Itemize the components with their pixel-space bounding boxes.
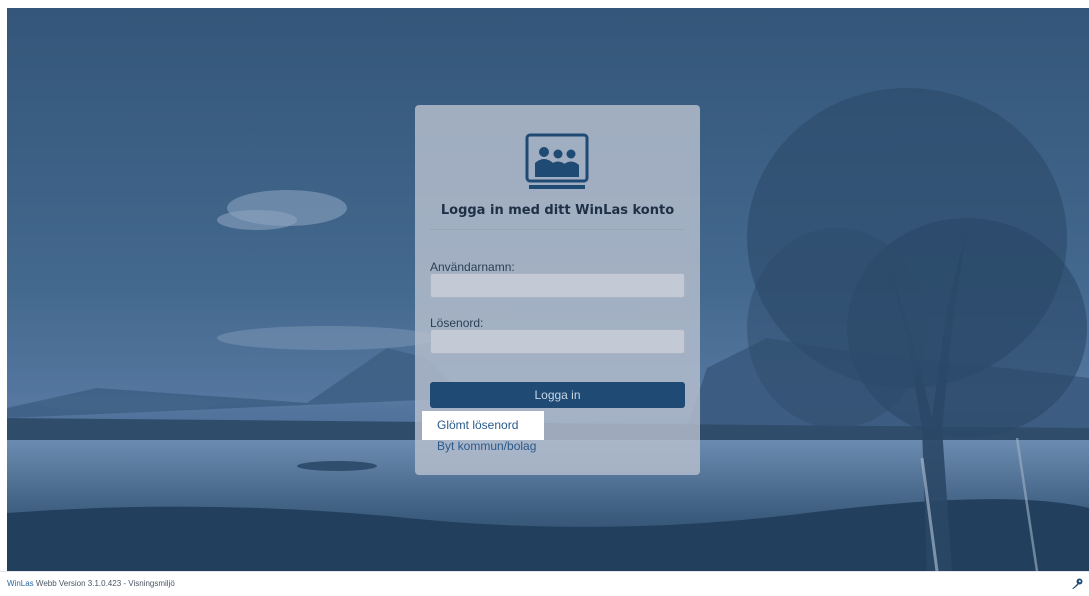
title-divider (430, 229, 685, 230)
username-label: Användarnamn: (430, 260, 515, 274)
people-group-icon (525, 133, 589, 189)
footer-brand-link[interactable]: WinLas (7, 579, 34, 588)
key-icon[interactable] (1071, 578, 1083, 590)
login-page: Logga in med ditt WinLas konto Användarn… (0, 0, 1089, 596)
forgot-password-link[interactable]: Glömt lösenord (422, 411, 544, 440)
footer-version: WinLas Webb Version 3.1.0.423 - Visnings… (7, 579, 175, 588)
background-landscape: Logga in med ditt WinLas konto Användarn… (7, 8, 1089, 571)
password-input[interactable] (430, 329, 685, 354)
switch-municipality-link[interactable]: Byt kommun/bolag (437, 439, 536, 453)
username-input[interactable] (430, 273, 685, 298)
password-label: Lösenord: (430, 316, 484, 330)
login-button[interactable]: Logga in (430, 382, 685, 408)
login-title: Logga in med ditt WinLas konto (440, 203, 675, 218)
footer-version-text: Webb Version 3.1.0.423 - Visningsmiljö (33, 579, 175, 588)
footer: WinLas Webb Version 3.1.0.423 - Visnings… (0, 571, 1089, 596)
login-card: Logga in med ditt WinLas konto Användarn… (415, 105, 700, 475)
